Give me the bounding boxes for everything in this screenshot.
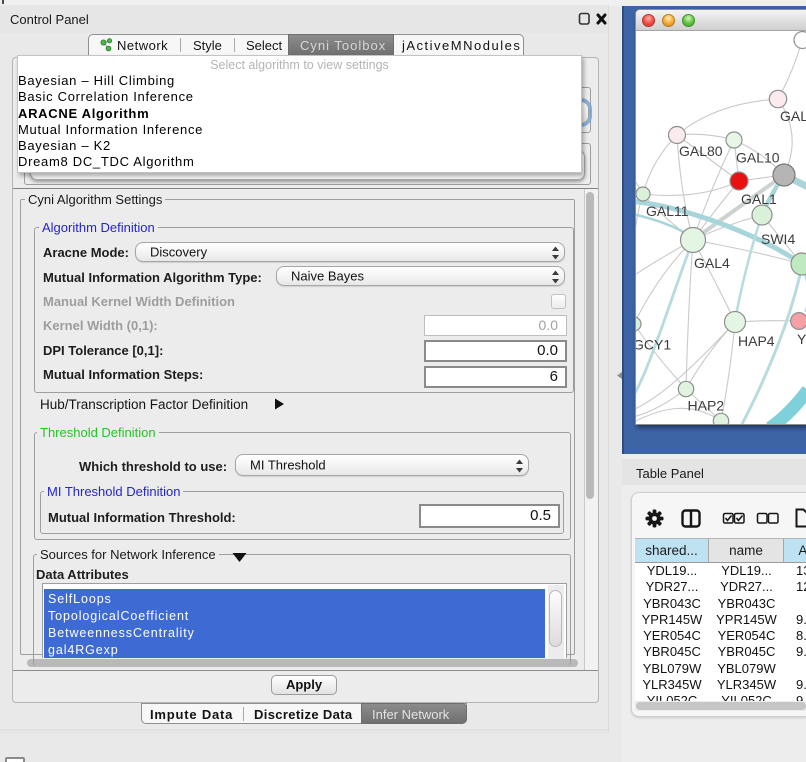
svg-text:GAL10: GAL10	[736, 150, 780, 166]
svg-text:GAL1: GAL1	[741, 191, 777, 207]
svg-text:HAP4: HAP4	[738, 333, 775, 349]
svg-text:GAL2: GAL2	[780, 108, 806, 124]
svg-text:HAP2: HAP2	[688, 398, 725, 414]
svg-text:GAL4: GAL4	[694, 255, 730, 271]
svg-text:GAL11: GAL11	[646, 203, 689, 219]
svg-text:GCY1: GCY1	[636, 337, 671, 353]
svg-text:YMR0: YMR0	[797, 331, 806, 347]
svg-text:GAL80: GAL80	[679, 143, 723, 159]
svg-text:SWI4: SWI4	[761, 231, 795, 247]
